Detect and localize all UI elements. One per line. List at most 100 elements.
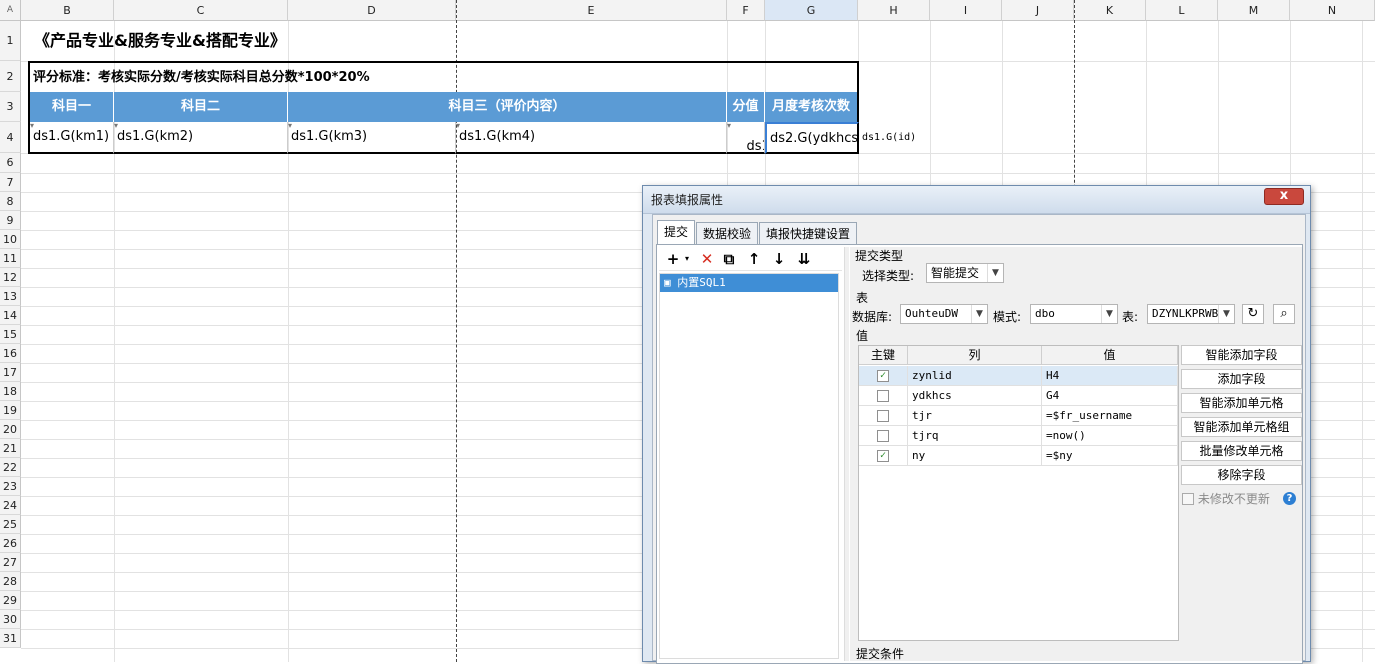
row-header[interactable]: 24 [0,496,21,515]
cell-b4[interactable]: ▾ ds1.G(km1) [28,122,114,154]
row-header[interactable]: 28 [0,572,21,591]
refresh-button[interactable]: ↻ [1242,304,1264,324]
value-cell[interactable]: H4 [1042,366,1178,386]
cell-d4[interactable]: ▾ ds1.G(km3) [288,122,456,154]
header-monthly-count[interactable]: 月度考核次数 [765,92,859,122]
column-header-i[interactable]: I [930,0,1002,21]
column-header-d[interactable]: D [288,0,456,21]
row-header[interactable]: 10 [0,230,21,249]
row-header[interactable]: 29 [0,591,21,610]
table-row[interactable]: ✓ ny =$ny [859,446,1178,466]
help-icon[interactable]: ? [1283,492,1296,505]
header-score[interactable]: 分值 [727,92,765,122]
row-header[interactable]: 22 [0,458,21,477]
column-header-b[interactable]: B [21,0,114,21]
table-select[interactable]: DZYNLKPRWB ▼ [1147,304,1235,324]
column-header-g[interactable]: G [765,0,858,21]
row-header[interactable]: 21 [0,439,21,458]
header-subject-1[interactable]: 科目一 [28,92,114,122]
dialog-titlebar[interactable]: 报表填报属性 x [643,186,1310,214]
key-checkbox[interactable] [877,430,889,442]
column-header-n[interactable]: N [1290,0,1375,21]
key-checkbox[interactable] [877,410,889,422]
column-header-k[interactable]: K [1074,0,1146,21]
row-header[interactable]: 23 [0,477,21,496]
row-header[interactable]: 18 [0,382,21,401]
key-checkbox[interactable] [877,390,889,402]
row-header[interactable]: 26 [0,534,21,553]
key-checkbox[interactable]: ✓ [877,370,889,382]
scoring-criteria[interactable]: 评分标准：考核实际分数/考核实际科目总分数*100*20% [28,61,859,92]
cell-h4[interactable]: ds1.G(id) [862,122,930,153]
column-header-e[interactable]: E [456,0,727,21]
grid-header-key[interactable]: 主键 [859,346,908,365]
row-header[interactable]: 4 [0,122,21,153]
list-item[interactable]: ▣ 内置SQL1 [660,274,838,292]
row-header[interactable]: 8 [0,192,21,211]
add-field-button[interactable]: 添加字段 [1181,369,1302,389]
select-all-corner[interactable]: A [0,0,21,21]
column-cell[interactable]: tjr [908,406,1042,426]
row-header[interactable]: 3 [0,92,21,122]
row-header[interactable]: 9 [0,211,21,230]
cell-g4-selected[interactable]: ds2.G(ydkhcs) [765,122,859,154]
grid-header-value[interactable]: 值 [1042,346,1178,365]
batch-modify-cell-button[interactable]: 批量修改单元格 [1181,441,1302,461]
value-cell[interactable]: =$fr_username [1042,406,1178,426]
table-row[interactable]: tjrq =now() [859,426,1178,446]
no-update-option[interactable]: 未修改不更新 [1182,490,1270,507]
row-header[interactable]: 16 [0,344,21,363]
tab-data-validation[interactable]: 数据校验 [696,222,759,244]
row-header[interactable]: 25 [0,515,21,534]
report-title[interactable]: 《产品专业&服务专业&搭配专业》 [34,21,634,61]
row-header[interactable]: 27 [0,553,21,572]
column-cell[interactable]: tjrq [908,426,1042,446]
cell-f4[interactable]: ▾ds1. G(fz) [727,122,765,154]
value-cell[interactable]: =now() [1042,426,1178,446]
row-header[interactable]: 13 [0,287,21,306]
column-header-j[interactable]: J [1002,0,1074,21]
smart-add-field-button[interactable]: 智能添加字段 [1181,345,1302,365]
smart-add-cell-button[interactable]: 智能添加单元格 [1181,393,1302,413]
remove-field-button[interactable]: 移除字段 [1181,465,1302,485]
close-button[interactable]: x [1264,188,1304,205]
row-header[interactable]: 31 [0,629,21,648]
pane-splitter[interactable] [844,247,849,661]
row-header[interactable]: 6 [0,153,21,173]
chevron-down-icon[interactable]: ▾ [677,250,697,268]
key-checkbox[interactable]: ✓ [877,450,889,462]
column-cell[interactable]: ydkhcs [908,386,1042,406]
preview-table-button[interactable]: ⌕ [1273,304,1295,324]
cell-c4[interactable]: ▾ ds1.G(km2) [114,122,288,154]
column-header-f[interactable]: F [727,0,765,21]
table-row[interactable]: ✓ zynlid H4 [859,366,1178,386]
submit-type-select[interactable]: 智能提交 ▼ [926,263,1004,283]
grid-header-column[interactable]: 列 [908,346,1042,365]
smart-add-cell-group-button[interactable]: 智能添加单元格组 [1181,417,1302,437]
row-header[interactable]: 2 [0,61,21,92]
more-icon[interactable]: ⇊ [794,250,814,268]
row-header[interactable]: 20 [0,420,21,439]
move-up-icon[interactable]: ↑ [744,250,764,268]
header-subject-3[interactable]: 科目三（评价内容） [288,92,727,122]
tab-submit[interactable]: 提交 [657,220,696,245]
row-header[interactable]: 11 [0,249,21,268]
header-subject-2[interactable]: 科目二 [114,92,288,122]
value-cell[interactable]: G4 [1042,386,1178,406]
row-header[interactable]: 7 [0,173,21,192]
column-header-l[interactable]: L [1146,0,1218,21]
row-header[interactable]: 14 [0,306,21,325]
row-header[interactable]: 19 [0,401,21,420]
row-header[interactable]: 1 [0,21,21,61]
tab-shortcut-settings[interactable]: 填报快捷键设置 [759,222,858,244]
column-header-c[interactable]: C [114,0,288,21]
table-row[interactable]: tjr =$fr_username [859,406,1178,426]
row-header[interactable]: 15 [0,325,21,344]
column-header-h[interactable]: H [858,0,930,21]
move-down-icon[interactable]: ↓ [769,250,789,268]
row-header[interactable]: 30 [0,610,21,629]
row-header[interactable]: 12 [0,268,21,287]
delete-icon[interactable]: ✕ [697,250,717,268]
table-row[interactable]: ydkhcs G4 [859,386,1178,406]
no-update-checkbox[interactable] [1182,493,1194,505]
